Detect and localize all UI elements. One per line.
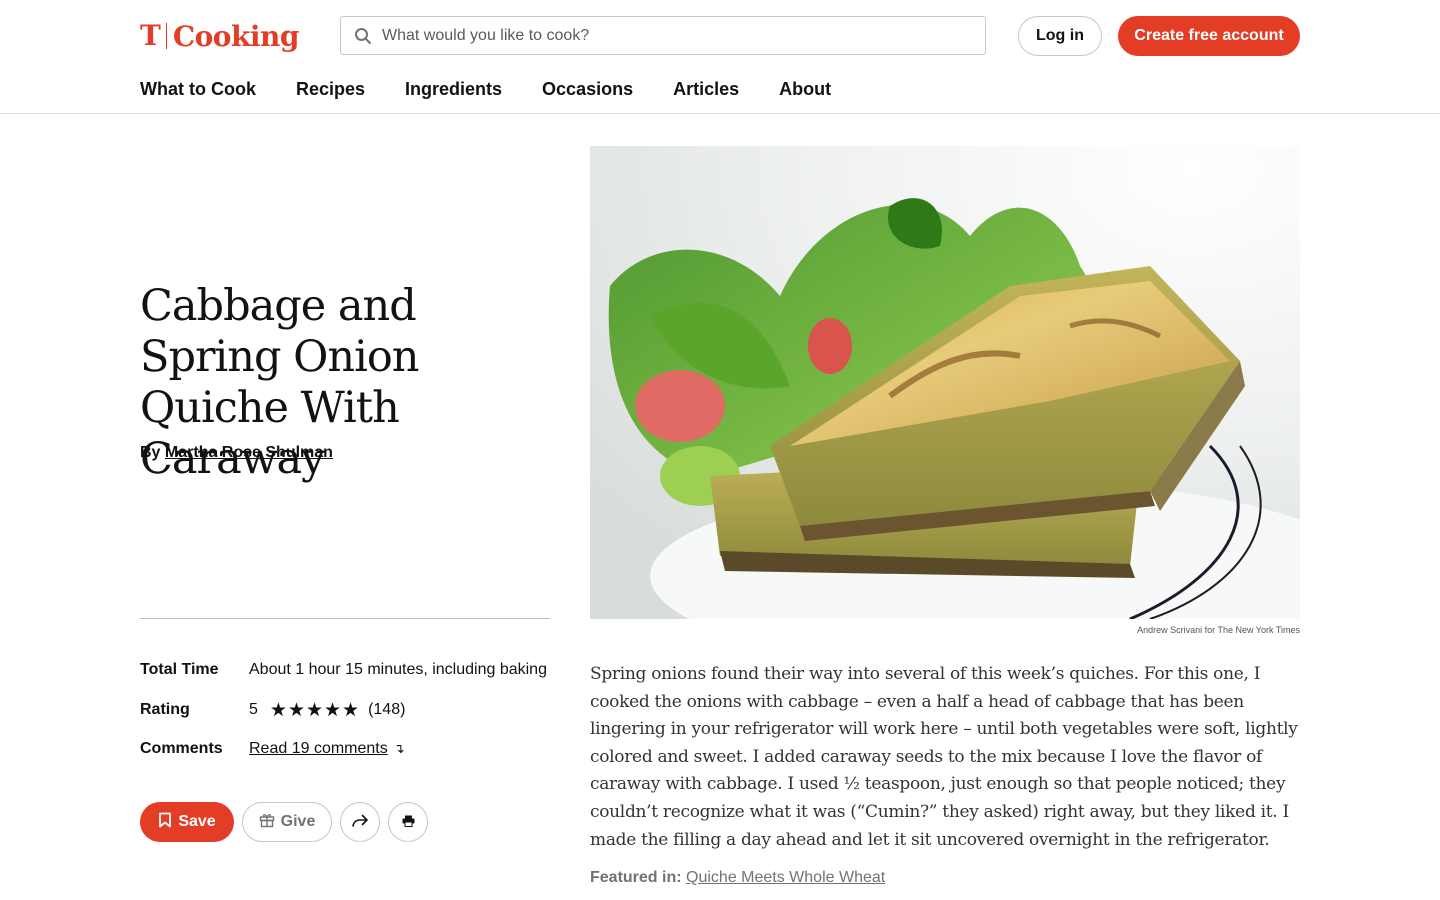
nyt-cooking-logo[interactable]: T Cooking bbox=[140, 16, 299, 56]
site-header: T Cooking Log in Create free account Wha… bbox=[0, 0, 1440, 114]
search-input[interactable] bbox=[382, 26, 962, 45]
logo-divider bbox=[165, 23, 167, 49]
read-comments-link[interactable]: Read 19 comments bbox=[249, 740, 388, 758]
byline: By Martha Rose Shulman bbox=[140, 443, 333, 463]
featured-in: Featured in: Quiche Meets Whole Wheat bbox=[590, 869, 885, 887]
print-button[interactable] bbox=[388, 802, 428, 842]
nav-articles[interactable]: Articles bbox=[673, 76, 739, 102]
nav-about[interactable]: About bbox=[779, 76, 831, 102]
nav-recipes[interactable]: Recipes bbox=[296, 76, 365, 102]
bookmark-icon bbox=[158, 812, 172, 833]
login-button[interactable]: Log in bbox=[1018, 16, 1102, 56]
rating-row: Rating 5 ★★★★★ (148) bbox=[140, 699, 560, 721]
total-time-row: Total Time About 1 hour 15 minutes, incl… bbox=[140, 660, 560, 680]
main-nav: What to Cook Recipes Ingredients Occasio… bbox=[140, 76, 831, 102]
cooking-wordmark: Cooking bbox=[172, 19, 300, 53]
nav-what-to-cook[interactable]: What to Cook bbox=[140, 76, 256, 102]
create-account-button[interactable]: Create free account bbox=[1118, 16, 1300, 56]
rating-count: (148) bbox=[368, 700, 406, 718]
comments-label: Comments bbox=[140, 740, 223, 757]
arrow-down-icon: ↴ bbox=[393, 741, 405, 757]
recipe-description: Spring onions found their way into sever… bbox=[590, 664, 1298, 850]
rating-stars-icon: ★★★★★ bbox=[269, 698, 361, 721]
recipe-photo bbox=[590, 146, 1300, 619]
photo-credit: Andrew Scrivani for The New York Times bbox=[1137, 625, 1300, 635]
search-bar[interactable] bbox=[340, 16, 986, 55]
nav-ingredients[interactable]: Ingredients bbox=[405, 76, 502, 102]
rating-label: Rating bbox=[140, 700, 190, 718]
give-label: Give bbox=[280, 813, 316, 830]
print-icon bbox=[402, 815, 415, 830]
recipe-stats: Total Time About 1 hour 15 minutes, incl… bbox=[140, 660, 560, 779]
nav-occasions[interactable]: Occasions bbox=[542, 76, 633, 102]
featured-link[interactable]: Quiche Meets Whole Wheat bbox=[686, 869, 885, 886]
save-label: Save bbox=[178, 813, 216, 830]
rating-value-group[interactable]: 5 ★★★★★ (148) bbox=[249, 699, 405, 721]
give-button[interactable]: Give bbox=[242, 802, 332, 842]
total-time-value: About 1 hour 15 minutes, including bakin… bbox=[249, 661, 547, 678]
comments-row: Comments Read 19 comments ↴ bbox=[140, 739, 560, 759]
comments-value: Read 19 comments ↴ bbox=[249, 740, 405, 758]
action-buttons: Save Give bbox=[140, 802, 428, 842]
gift-icon bbox=[259, 812, 275, 833]
divider bbox=[140, 618, 550, 619]
share-button[interactable] bbox=[340, 802, 380, 842]
featured-label: Featured in: bbox=[590, 869, 682, 886]
total-time-label: Total Time bbox=[140, 661, 219, 678]
share-icon bbox=[351, 813, 369, 832]
search-icon bbox=[354, 27, 372, 45]
author-link[interactable]: Martha Rose Shulman bbox=[165, 444, 333, 461]
nyt-logo-mark: T bbox=[140, 19, 161, 52]
rating-value: 5 bbox=[249, 700, 258, 718]
byline-prefix: By bbox=[140, 444, 161, 461]
save-button[interactable]: Save bbox=[140, 802, 234, 842]
